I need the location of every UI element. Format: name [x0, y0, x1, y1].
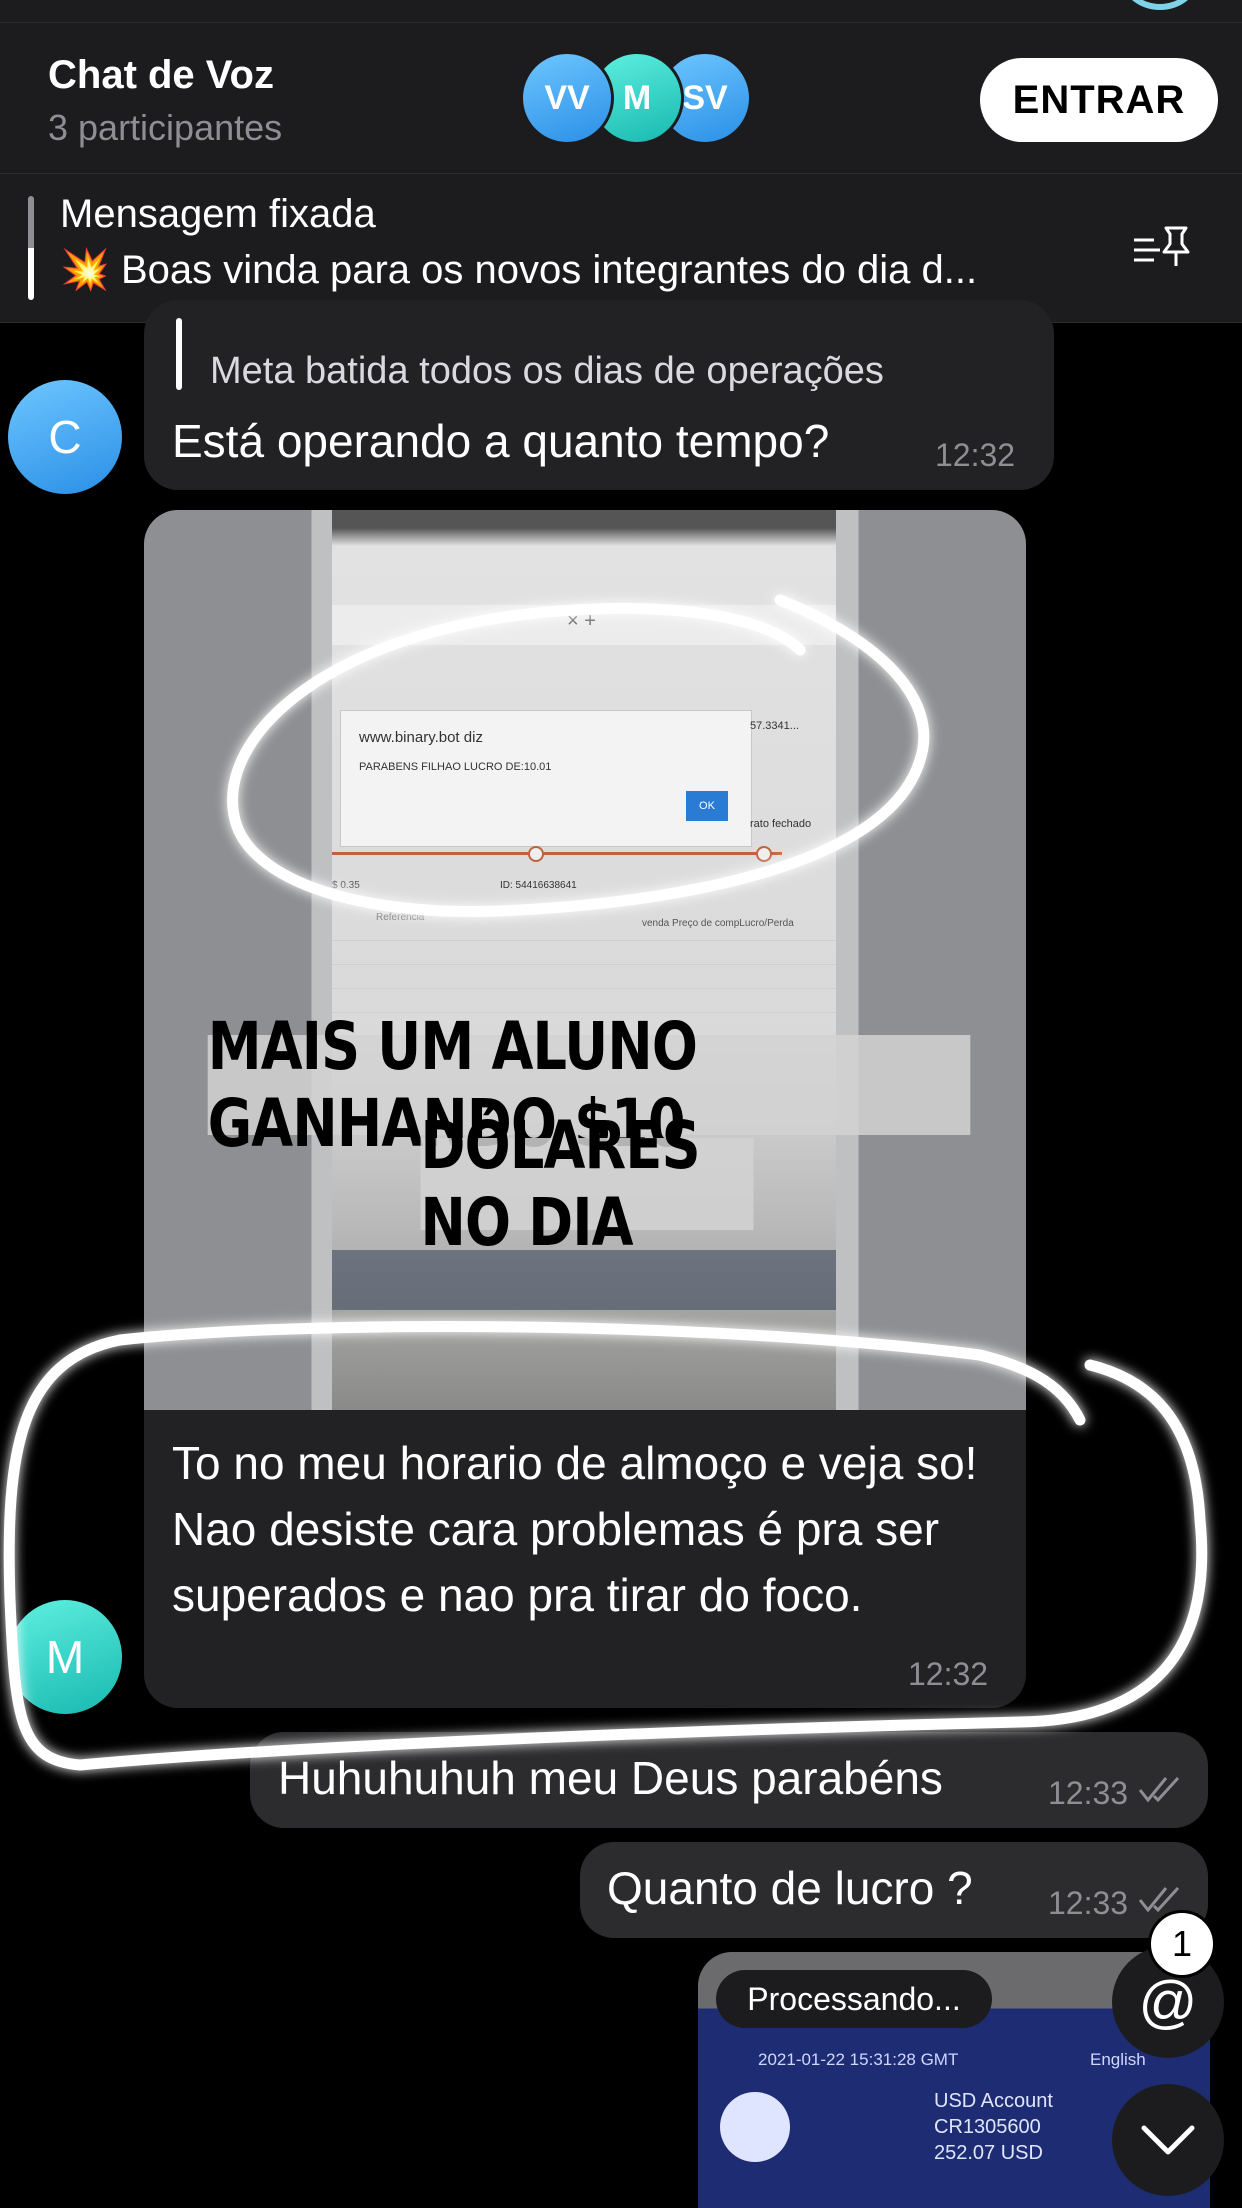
top-header-strip [0, 0, 1242, 23]
preview-language: English [1090, 2050, 1146, 2069]
chart-slider [332, 852, 782, 855]
table-header-ref: Referência [376, 912, 425, 923]
processing-badge: Processando... [716, 1970, 992, 2028]
scroll-down-button[interactable] [1112, 2084, 1224, 2196]
table-row [332, 964, 836, 965]
message-time: 12:32 [908, 1656, 989, 1692]
quote-bar [176, 318, 182, 390]
voice-chat-title: Chat de Voz [48, 53, 274, 97]
preview-logo [720, 2092, 790, 2162]
message-time: 12:33 [1048, 1885, 1129, 1921]
pinned-preview-text: Boas vinda para os novos integrantes do … [120, 248, 978, 292]
message-time: 12:33 [1048, 1775, 1129, 1811]
pinned-title: Mensagem fixada [60, 192, 376, 236]
alert-dialog: www.binary.bot diz PARABENS FILHAO LUCRO… [340, 710, 752, 847]
message-text: To no meu horario de almoço e veja so! N… [172, 1437, 978, 1621]
preview-balance: 252.07 USD [934, 2142, 1043, 2164]
voice-chat-participant-count: 3 participantes [48, 107, 283, 148]
quoted-text: Meta batida todos os dias de operações [210, 350, 884, 392]
slider-handle [528, 846, 544, 862]
side-value: 57.3341... [750, 720, 799, 732]
message-photo[interactable]: × + www.binary.bot diz PARABENS FILHAO L… [144, 510, 1026, 1410]
collision-emoji: 💥 [60, 248, 110, 292]
dialog-ok-button: OK [686, 791, 728, 821]
table-row [332, 940, 836, 941]
join-voice-chat-button[interactable]: ENTRAR [980, 58, 1218, 142]
tab-close-icon: × + [567, 610, 596, 632]
message-text: Quanto de lucro ? [607, 1862, 973, 1914]
dialog-site: www.binary.bot diz [359, 729, 483, 746]
participant-avatar: VV [520, 51, 614, 145]
message-time: 12:32 [935, 437, 1016, 473]
side-label: rato fechado [750, 818, 812, 830]
preview-date: 2021-01-22 15:31:28 GMT [758, 2050, 959, 2069]
table-header: venda Preço de compLucro/Perda [642, 918, 794, 929]
sender-avatar[interactable]: M [8, 1600, 122, 1714]
photo-screen: × + www.binary.bot diz PARABENS FILHAO L… [332, 510, 836, 1410]
preview-account: USD Account [934, 2090, 1053, 2112]
caption-banner: DÓLARES NO DIA [420, 1107, 754, 1261]
contract-id: ID: 54416638641 [500, 880, 577, 891]
table-row [332, 988, 836, 989]
message-text: Está operando a quanto tempo? [172, 415, 830, 467]
pinned-text: 💥 Boas vinda para os novos integrantes d… [60, 246, 977, 293]
sender-avatar[interactable]: C [8, 380, 122, 494]
mention-count-badge: 1 [1148, 1910, 1216, 1978]
voice-chat-bar[interactable]: Chat de Voz 3 participantes VV M SV ENTR… [0, 23, 1242, 174]
stake-value: $ 0.35 [332, 880, 360, 891]
dialog-message: PARABENS FILHAO LUCRO DE:10.01 [359, 761, 552, 773]
message-text: Huhuhuhuh meu Deus parabéns [278, 1752, 943, 1804]
chevron-down-icon [1141, 2125, 1195, 2155]
profile-avatar-ring[interactable] [1120, 0, 1200, 10]
pinned-indicator [28, 196, 34, 300]
preview-account-id: CR1305600 [934, 2116, 1041, 2138]
read-checkmarks-icon [1138, 1776, 1180, 1803]
pinned-list-icon[interactable] [1130, 222, 1194, 274]
slider-handle [756, 846, 772, 862]
